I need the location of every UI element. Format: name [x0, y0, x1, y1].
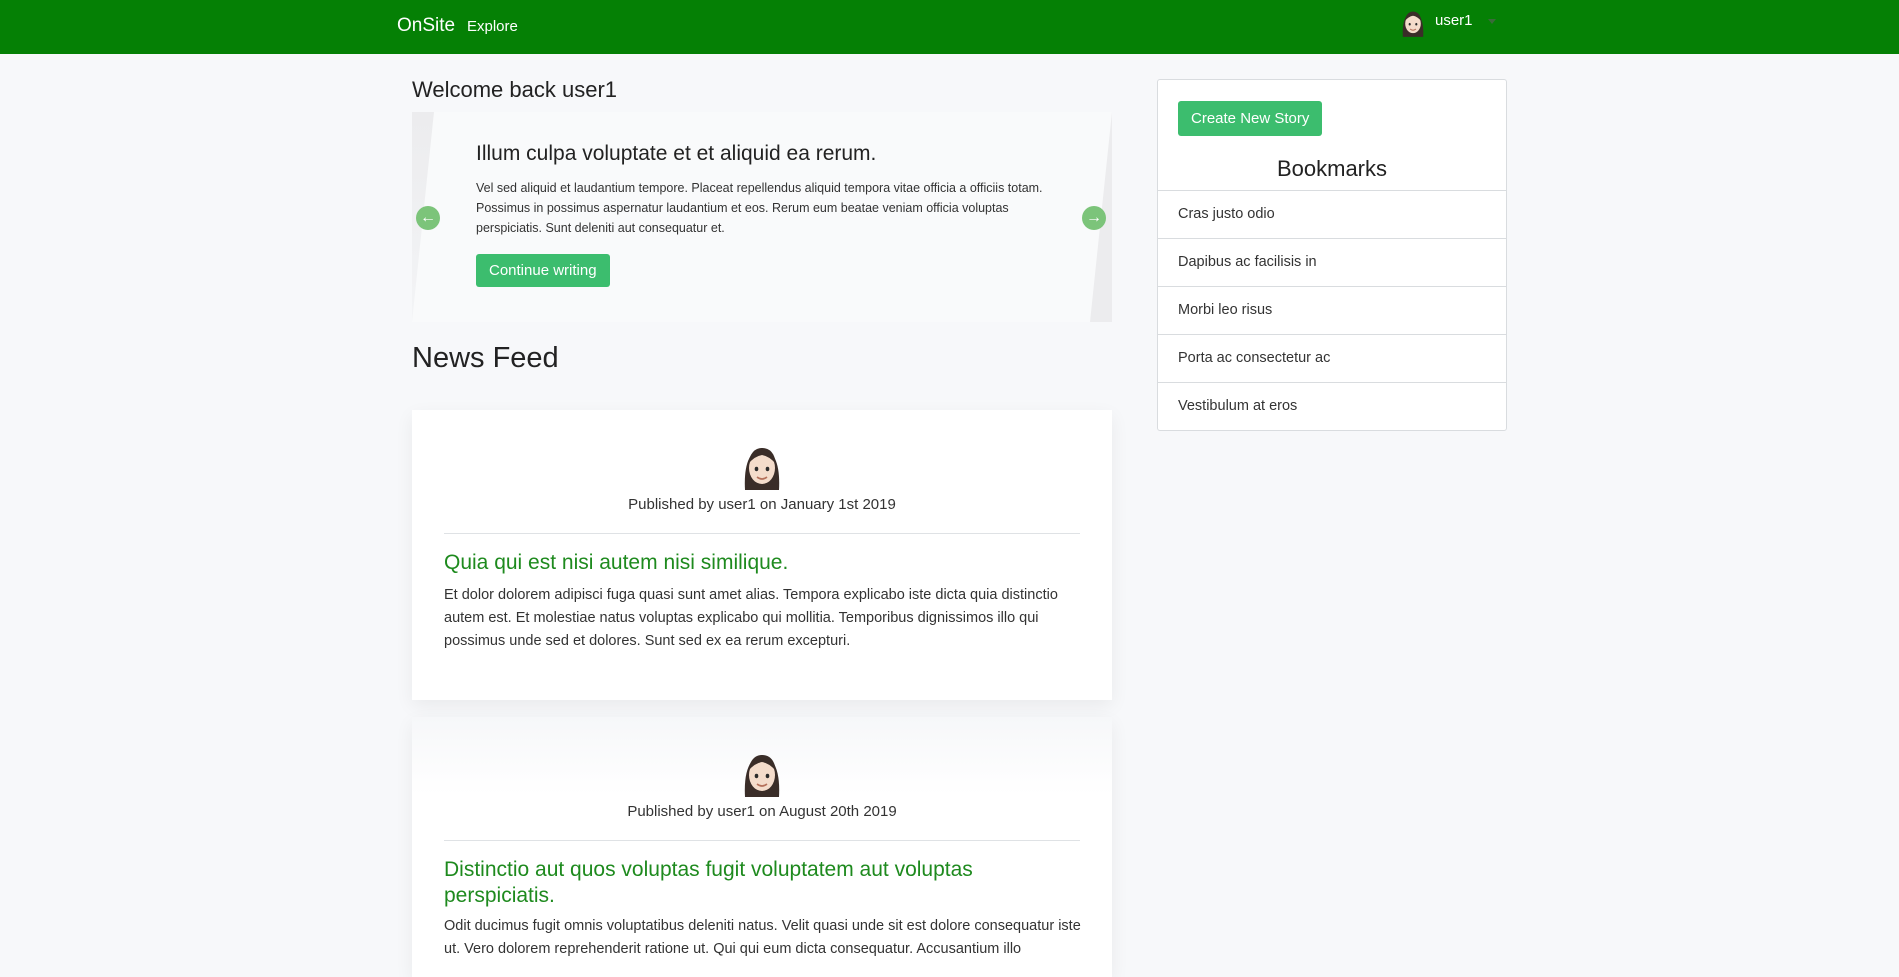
divider	[444, 840, 1080, 841]
user-name: user1	[1435, 11, 1473, 29]
user-menu[interactable]: user1	[1399, 8, 1473, 38]
bookmarks-heading: Bookmarks	[1276, 156, 1388, 181]
post-meta: Published by user1 on January 1st 2019	[628, 496, 896, 513]
bookmarks-sidebar: Create New Story Bookmarks Cras justo od…	[1157, 79, 1507, 431]
bookmark-item[interactable]: Vestibulum at eros	[1158, 382, 1506, 430]
bookmark-item[interactable]: Morbi leo risus	[1158, 286, 1506, 334]
bookmarks-list: Cras justo odio Dapibus ac facilisis in …	[1158, 190, 1506, 430]
bookmark-item[interactable]: Cras justo odio	[1158, 190, 1506, 238]
slide-title: Illum culpa voluptate et et aliquid ea r…	[476, 142, 877, 165]
welcome-heading: Welcome back user1	[412, 77, 618, 102]
bookmark-item[interactable]: Dapibus ac facilisis in	[1158, 238, 1506, 286]
create-new-story-button[interactable]: Create New Story	[1178, 101, 1323, 136]
news-feed-heading: News Feed	[412, 342, 559, 374]
brand-logo[interactable]: OnSite	[397, 15, 455, 37]
story-carousel: ← → Illum culpa voluptate et et aliquid …	[412, 112, 1112, 322]
post-card: Published by user1 on January 1st 2019 Q…	[412, 410, 1112, 700]
post-card: Published by user1 on August 20th 2019 D…	[412, 717, 1112, 977]
bookmark-item[interactable]: Porta ac consectetur ac	[1158, 334, 1506, 382]
post-text: Odit ducimus fugit omnis voluptatibus de…	[444, 918, 1081, 957]
woman-avatar-icon	[1399, 8, 1427, 38]
post-title[interactable]: Quia qui est nisi autem nisi similique.	[444, 550, 1084, 576]
slide-text: Vel sed aliquid et laudantium tempore. P…	[476, 181, 1043, 235]
nav-explore-link[interactable]: Explore	[467, 18, 518, 35]
woman-avatar-icon	[739, 442, 785, 492]
top-navbar: OnSite Explore user1	[0, 0, 1899, 54]
post-meta: Published by user1 on August 20th 2019	[627, 803, 897, 820]
arrow-right-circle-icon[interactable]: →	[1082, 206, 1106, 230]
chevron-down-icon[interactable]	[1488, 19, 1496, 24]
divider	[444, 533, 1080, 534]
continue-writing-button[interactable]: Continue writing	[476, 254, 610, 287]
arrow-left-circle-icon[interactable]: ←	[416, 206, 440, 230]
post-text: Et dolor dolorem adipisci fuga quasi sun…	[444, 587, 1058, 649]
post-title[interactable]: Distinctio aut quos voluptas fugit volup…	[444, 857, 1084, 909]
woman-avatar-icon	[739, 749, 785, 799]
